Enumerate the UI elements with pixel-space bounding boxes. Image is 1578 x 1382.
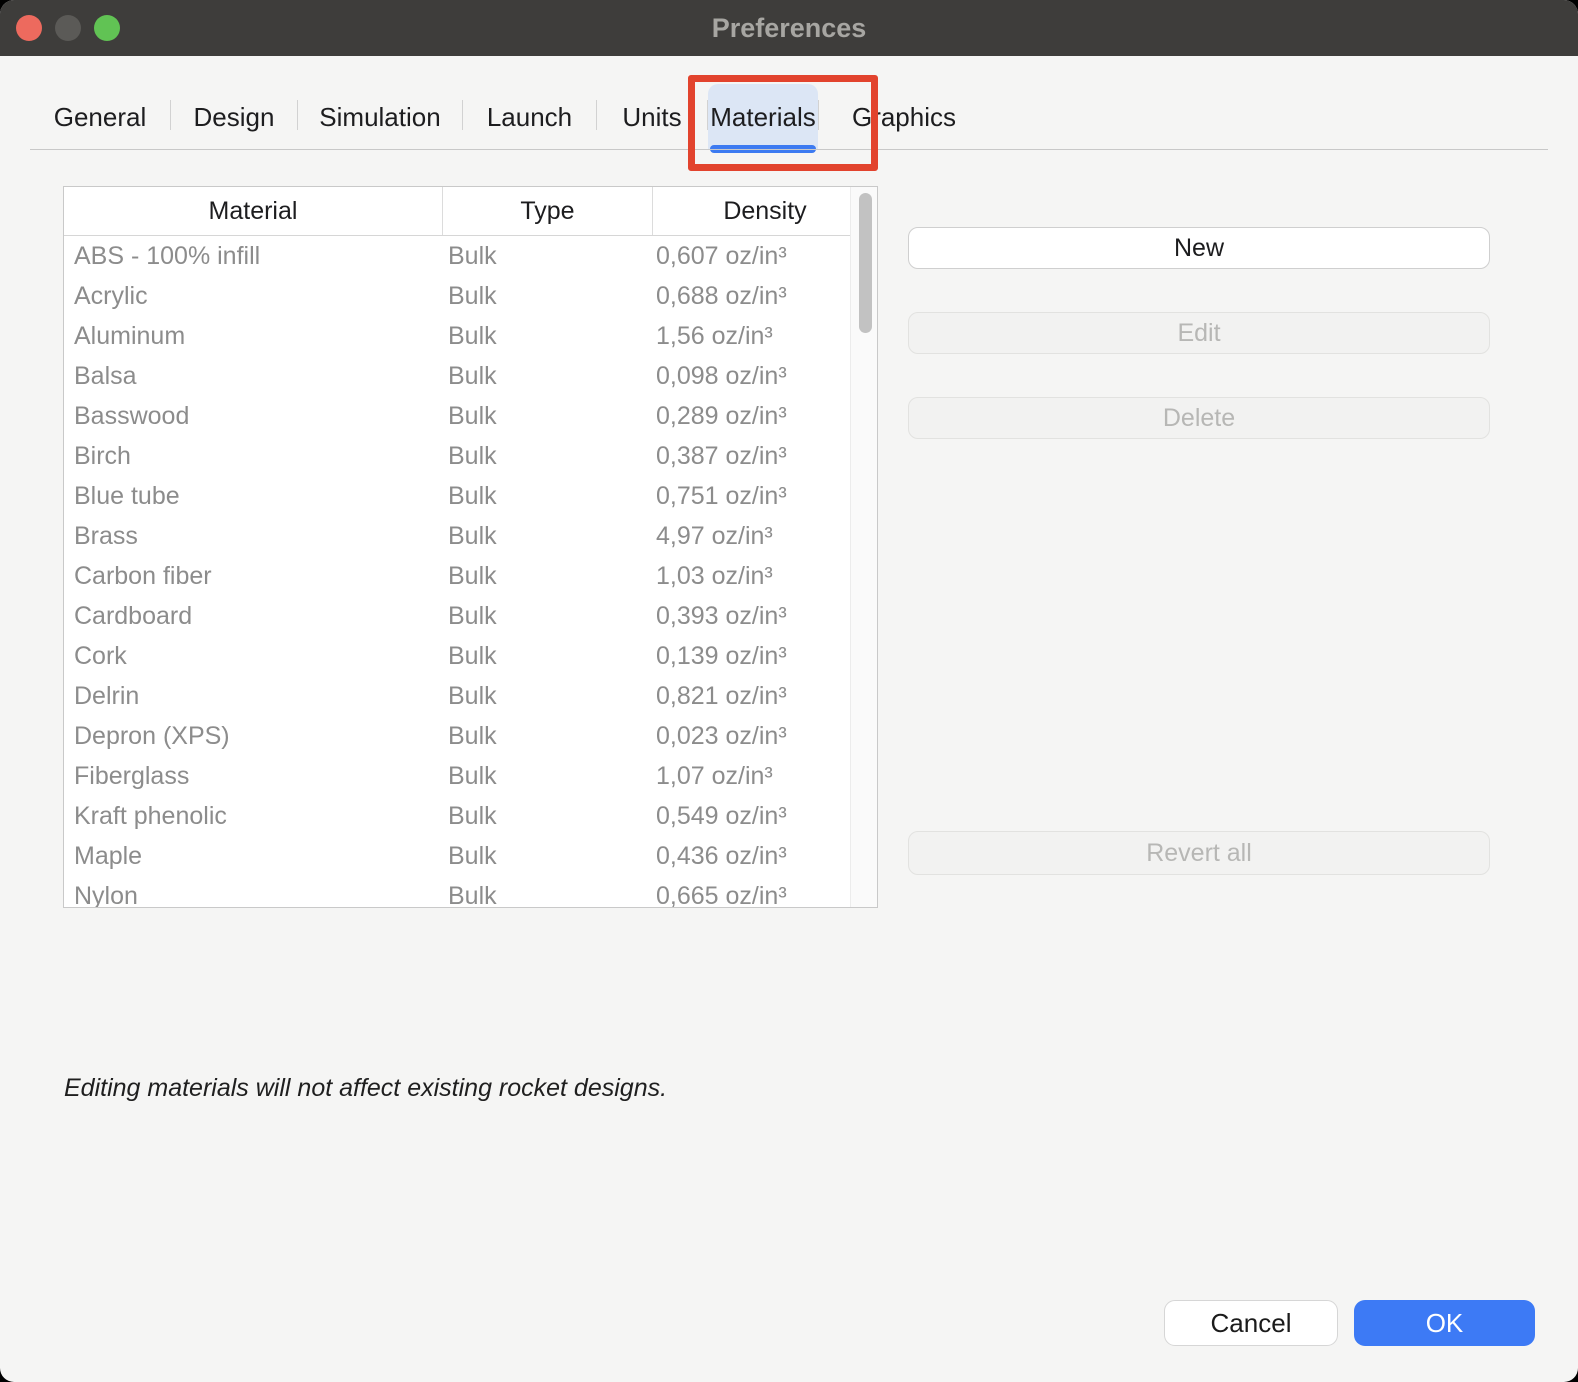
cell-type: Bulk xyxy=(442,482,652,511)
table-row[interactable]: Blue tubeBulk0,751 oz/in³ xyxy=(64,476,877,516)
tab-launch[interactable]: Launch xyxy=(463,84,596,150)
preferences-window: Preferences GeneralDesignSimulationLaunc… xyxy=(0,0,1578,1382)
table-row[interactable]: AcrylicBulk0,688 oz/in³ xyxy=(64,276,877,316)
cell-material: Cork xyxy=(64,642,442,671)
table-row[interactable]: CorkBulk0,139 oz/in³ xyxy=(64,636,877,676)
cell-type: Bulk xyxy=(442,722,652,751)
cell-material: Maple xyxy=(64,842,442,871)
table-row[interactable]: ABS - 100% infillBulk0,607 oz/in³ xyxy=(64,236,877,276)
table-row[interactable]: NylonBulk0,665 oz/in³ xyxy=(64,876,877,907)
table-row[interactable]: BrassBulk4,97 oz/in³ xyxy=(64,516,877,556)
cell-density: 1,56 oz/in³ xyxy=(652,322,877,351)
table-body: ABS - 100% infillBulk0,607 oz/in³Acrylic… xyxy=(64,236,877,907)
cell-material: Kraft phenolic xyxy=(64,802,442,831)
cell-type: Bulk xyxy=(442,282,652,311)
window-title: Preferences xyxy=(0,0,1578,56)
column-header-type[interactable]: Type xyxy=(442,187,652,235)
cell-material: Delrin xyxy=(64,682,442,711)
cell-material: ABS - 100% infill xyxy=(64,242,442,271)
tab-design[interactable]: Design xyxy=(171,84,297,150)
table-row[interactable]: BalsaBulk0,098 oz/in³ xyxy=(64,356,877,396)
cell-density: 0,688 oz/in³ xyxy=(652,282,877,311)
tab-simulation[interactable]: Simulation xyxy=(298,84,462,150)
close-window-icon[interactable] xyxy=(16,15,42,41)
cell-type: Bulk xyxy=(442,642,652,671)
cell-type: Bulk xyxy=(442,602,652,631)
cell-type: Bulk xyxy=(442,362,652,391)
table-row[interactable]: Depron (XPS)Bulk0,023 oz/in³ xyxy=(64,716,877,756)
cell-material: Acrylic xyxy=(64,282,442,311)
table-row[interactable]: BasswoodBulk0,289 oz/in³ xyxy=(64,396,877,436)
cell-material: Cardboard xyxy=(64,602,442,631)
minimize-window-icon[interactable] xyxy=(55,15,81,41)
cell-type: Bulk xyxy=(442,522,652,551)
scrollbar-thumb[interactable] xyxy=(859,193,872,333)
title-bar: Preferences xyxy=(0,0,1578,56)
cell-type: Bulk xyxy=(442,882,652,908)
tab-units[interactable]: Units xyxy=(597,84,707,150)
scrollbar-track[interactable] xyxy=(850,187,877,907)
cell-material: Blue tube xyxy=(64,482,442,511)
materials-note: Editing materials will not affect existi… xyxy=(64,1074,667,1103)
traffic-lights xyxy=(16,15,120,41)
cancel-button[interactable]: Cancel xyxy=(1164,1300,1338,1346)
revert-all-button[interactable]: Revert all xyxy=(908,831,1490,875)
cell-density: 0,139 oz/in³ xyxy=(652,642,877,671)
cell-density: 0,665 oz/in³ xyxy=(652,882,877,908)
cell-density: 4,97 oz/in³ xyxy=(652,522,877,551)
tab-bar-rule xyxy=(30,149,1548,150)
cell-density: 0,821 oz/in³ xyxy=(652,682,877,711)
cell-material: Balsa xyxy=(64,362,442,391)
delete-button[interactable]: Delete xyxy=(908,397,1490,439)
table-row[interactable]: BirchBulk0,387 oz/in³ xyxy=(64,436,877,476)
cell-type: Bulk xyxy=(442,682,652,711)
cell-material: Birch xyxy=(64,442,442,471)
cell-density: 1,07 oz/in³ xyxy=(652,762,877,791)
table-row[interactable]: DelrinBulk0,821 oz/in³ xyxy=(64,676,877,716)
cell-material: Depron (XPS) xyxy=(64,722,442,751)
edit-button[interactable]: Edit xyxy=(908,312,1490,354)
cell-type: Bulk xyxy=(442,242,652,271)
tab-graphics[interactable]: Graphics xyxy=(819,84,989,150)
cell-density: 0,393 oz/in³ xyxy=(652,602,877,631)
table-row[interactable]: MapleBulk0,436 oz/in³ xyxy=(64,836,877,876)
cell-material: Brass xyxy=(64,522,442,551)
cell-material: Carbon fiber xyxy=(64,562,442,591)
table-row[interactable]: FiberglassBulk1,07 oz/in³ xyxy=(64,756,877,796)
cell-type: Bulk xyxy=(442,402,652,431)
table-row[interactable]: CardboardBulk0,393 oz/in³ xyxy=(64,596,877,636)
cell-density: 0,549 oz/in³ xyxy=(652,802,877,831)
cell-density: 0,023 oz/in³ xyxy=(652,722,877,751)
cell-density: 0,436 oz/in³ xyxy=(652,842,877,871)
column-header-material[interactable]: Material xyxy=(64,187,442,235)
cell-material: Aluminum xyxy=(64,322,442,351)
cell-density: 0,387 oz/in³ xyxy=(652,442,877,471)
table-row[interactable]: Kraft phenolicBulk0,549 oz/in³ xyxy=(64,796,877,836)
table-header: Material Type Density xyxy=(64,187,877,236)
cell-type: Bulk xyxy=(442,842,652,871)
ok-button[interactable]: OK xyxy=(1354,1300,1535,1346)
cell-type: Bulk xyxy=(442,802,652,831)
column-header-density[interactable]: Density xyxy=(652,187,877,235)
cell-density: 0,289 oz/in³ xyxy=(652,402,877,431)
cell-density: 1,03 oz/in³ xyxy=(652,562,877,591)
zoom-window-icon[interactable] xyxy=(94,15,120,41)
cell-density: 0,607 oz/in³ xyxy=(652,242,877,271)
tab-materials[interactable]: Materials xyxy=(708,84,818,150)
cell-type: Bulk xyxy=(442,762,652,791)
cell-material: Nylon xyxy=(64,882,442,908)
new-button[interactable]: New xyxy=(908,227,1490,269)
table-row[interactable]: AluminumBulk1,56 oz/in³ xyxy=(64,316,877,356)
cell-type: Bulk xyxy=(442,322,652,351)
cell-density: 0,751 oz/in³ xyxy=(652,482,877,511)
materials-table: Material Type Density ABS - 100% infillB… xyxy=(63,186,878,908)
cell-material: Fiberglass xyxy=(64,762,442,791)
cell-type: Bulk xyxy=(442,442,652,471)
tab-general[interactable]: General xyxy=(30,84,170,150)
cell-type: Bulk xyxy=(442,562,652,591)
tab-bar: GeneralDesignSimulationLaunchUnitsMateri… xyxy=(30,84,989,150)
cell-density: 0,098 oz/in³ xyxy=(652,362,877,391)
cell-material: Basswood xyxy=(64,402,442,431)
table-row[interactable]: Carbon fiberBulk1,03 oz/in³ xyxy=(64,556,877,596)
